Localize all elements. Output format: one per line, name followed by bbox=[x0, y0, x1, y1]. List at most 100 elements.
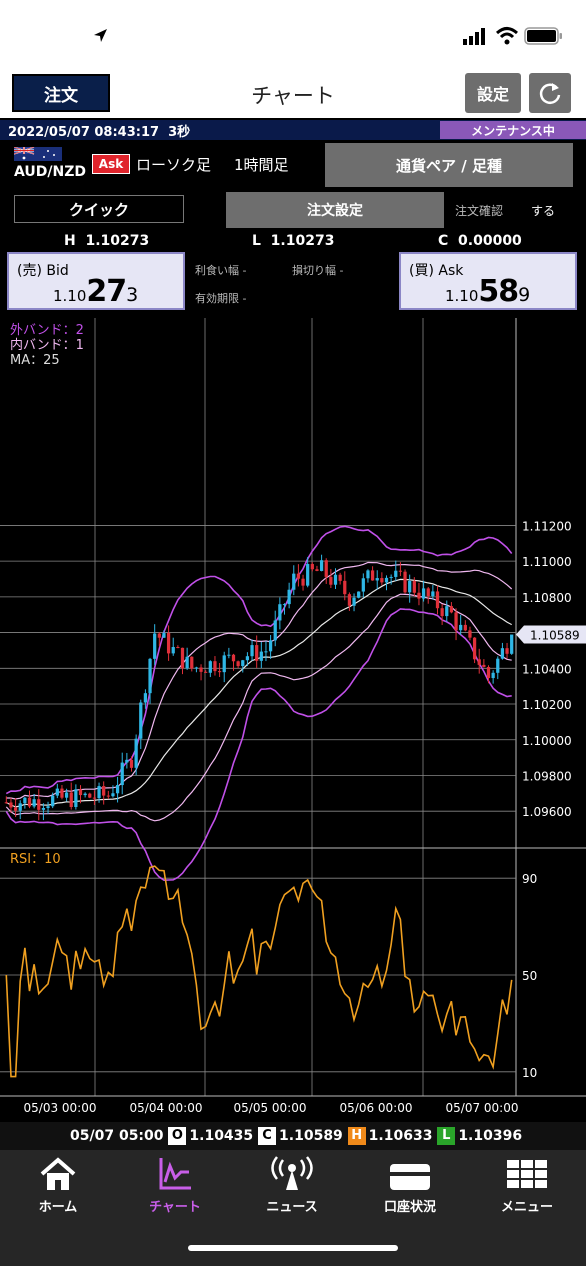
signal-icon bbox=[463, 28, 485, 45]
rsi-line bbox=[5, 865, 513, 1078]
update-interval: 3秒 bbox=[168, 125, 191, 140]
candle-body bbox=[37, 799, 41, 810]
candle-body bbox=[366, 570, 370, 579]
candle-body bbox=[292, 573, 296, 590]
candle-body bbox=[255, 645, 259, 661]
order-confirm-toggle[interactable]: する bbox=[531, 202, 555, 219]
candle-body bbox=[510, 634, 514, 654]
candle-body bbox=[23, 797, 27, 804]
candle-body bbox=[83, 793, 87, 796]
low-price: L 1.10273 bbox=[252, 233, 335, 249]
tab-chart-label: チャート bbox=[149, 1200, 201, 1215]
ohlc-date: 05/07 05:00 bbox=[70, 1128, 164, 1144]
candle-body bbox=[408, 580, 412, 593]
settings-button[interactable]: 設定 bbox=[465, 73, 521, 113]
candle-body bbox=[333, 574, 338, 585]
time-tick-label: 05/03 00:00 bbox=[24, 1101, 97, 1115]
candle-body bbox=[120, 762, 124, 786]
rsi-tick-label: 90 bbox=[522, 872, 537, 886]
home-icon bbox=[40, 1157, 76, 1190]
expiry-label: 有効期限 - bbox=[195, 292, 247, 305]
candle-body bbox=[171, 647, 175, 654]
candle-body bbox=[352, 597, 356, 606]
home-indicator[interactable] bbox=[188, 1245, 398, 1251]
low-value: 1.10396 bbox=[458, 1128, 523, 1144]
candle-body bbox=[389, 576, 393, 578]
tab-home[interactable]: ホーム bbox=[8, 1156, 108, 1215]
ask-quote-button[interactable]: (買) Ask 1.10589 bbox=[399, 252, 577, 310]
timeframe-label: 1時間足 bbox=[234, 156, 289, 174]
candle-body bbox=[55, 788, 59, 796]
bid-quote-button[interactable]: (売) Bid 1.10273 bbox=[7, 252, 185, 310]
open-badge: O bbox=[168, 1127, 187, 1145]
high-badge: H bbox=[347, 1127, 366, 1145]
order-settings-button[interactable]: 注文設定 bbox=[226, 192, 444, 228]
account-icon bbox=[390, 1164, 430, 1190]
candle-body bbox=[194, 667, 199, 669]
candle-body bbox=[315, 569, 319, 571]
price-tick-label: 1.10800 bbox=[522, 591, 572, 605]
candle-body bbox=[134, 738, 138, 768]
candle-body bbox=[319, 560, 324, 571]
order-confirm-label: 注文確認 bbox=[455, 204, 504, 218]
candle-body bbox=[180, 647, 185, 669]
tab-home-label: ホーム bbox=[38, 1200, 78, 1215]
candle-body bbox=[208, 661, 212, 673]
candle-body bbox=[449, 606, 454, 613]
candle-body bbox=[357, 591, 361, 598]
quick-order-button[interactable]: クイック bbox=[14, 195, 184, 223]
candle-body bbox=[185, 656, 189, 669]
candle-body bbox=[259, 651, 263, 661]
candle-body bbox=[384, 577, 389, 583]
candle-body bbox=[496, 658, 500, 673]
ask-badge[interactable]: Ask bbox=[92, 154, 130, 174]
refresh-icon bbox=[539, 83, 561, 104]
refresh-button[interactable] bbox=[529, 73, 571, 113]
tab-news[interactable]: ニュース bbox=[242, 1156, 342, 1215]
tab-chart[interactable]: チャート bbox=[125, 1156, 225, 1215]
candlesticks bbox=[4, 554, 514, 821]
candle-body bbox=[412, 580, 416, 593]
tab-account[interactable]: 口座状況 bbox=[360, 1156, 460, 1215]
candle-body bbox=[148, 658, 152, 694]
candle-body bbox=[426, 588, 430, 597]
moving-average-line bbox=[6, 578, 512, 808]
candle-body bbox=[398, 570, 403, 572]
candle-body bbox=[380, 578, 384, 583]
candle-body bbox=[18, 803, 22, 811]
pair-timeframe-button[interactable]: 通貨ペア / 足種 bbox=[325, 143, 573, 187]
ohlc-bar: 05/07 05:00 O 1.10435 C 1.10589 H 1.10633 L… bbox=[0, 1122, 586, 1150]
chart-labels: 1.112001.110001.108001.106001.104001.102… bbox=[10, 323, 586, 1115]
candle-body bbox=[338, 574, 342, 581]
news-icon bbox=[271, 1156, 313, 1190]
candle-body bbox=[477, 659, 481, 665]
candle-body bbox=[435, 591, 440, 609]
candle-body bbox=[190, 656, 194, 669]
inner-band-lower bbox=[5, 593, 512, 822]
candle-body bbox=[166, 633, 171, 654]
order-button[interactable]: 注文 bbox=[12, 74, 110, 112]
price-chart[interactable]: 1.112001.110001.108001.106001.104001.102… bbox=[0, 318, 586, 1126]
open-value: 1.10435 bbox=[189, 1128, 254, 1144]
candle-body bbox=[139, 702, 143, 739]
candle-body bbox=[282, 604, 287, 606]
high-value: 1.10633 bbox=[368, 1128, 433, 1144]
update-datetime: 2022/05/07 08:43:17 3秒 bbox=[8, 125, 191, 140]
candle-body bbox=[310, 564, 314, 570]
price-tick-label: 1.11200 bbox=[522, 519, 572, 533]
candle-body bbox=[361, 578, 365, 592]
candle-body bbox=[268, 640, 273, 652]
outer-band-lower bbox=[5, 608, 512, 882]
candle-body bbox=[88, 793, 92, 798]
tab-menu[interactable]: メニュー bbox=[477, 1156, 577, 1215]
currency-pair-name: AUD/NZD bbox=[14, 164, 86, 180]
candle-body bbox=[78, 789, 83, 796]
candle-body bbox=[213, 661, 217, 672]
price-tick-label: 1.09800 bbox=[522, 769, 572, 783]
current-price-label: 1.10589 bbox=[530, 629, 580, 643]
tab-news-label: ニュース bbox=[266, 1200, 318, 1215]
chart-legend-item: 内バンド：1 bbox=[10, 337, 84, 353]
candle-body bbox=[440, 608, 444, 617]
candle-body bbox=[421, 588, 426, 599]
candle-body bbox=[125, 759, 129, 763]
